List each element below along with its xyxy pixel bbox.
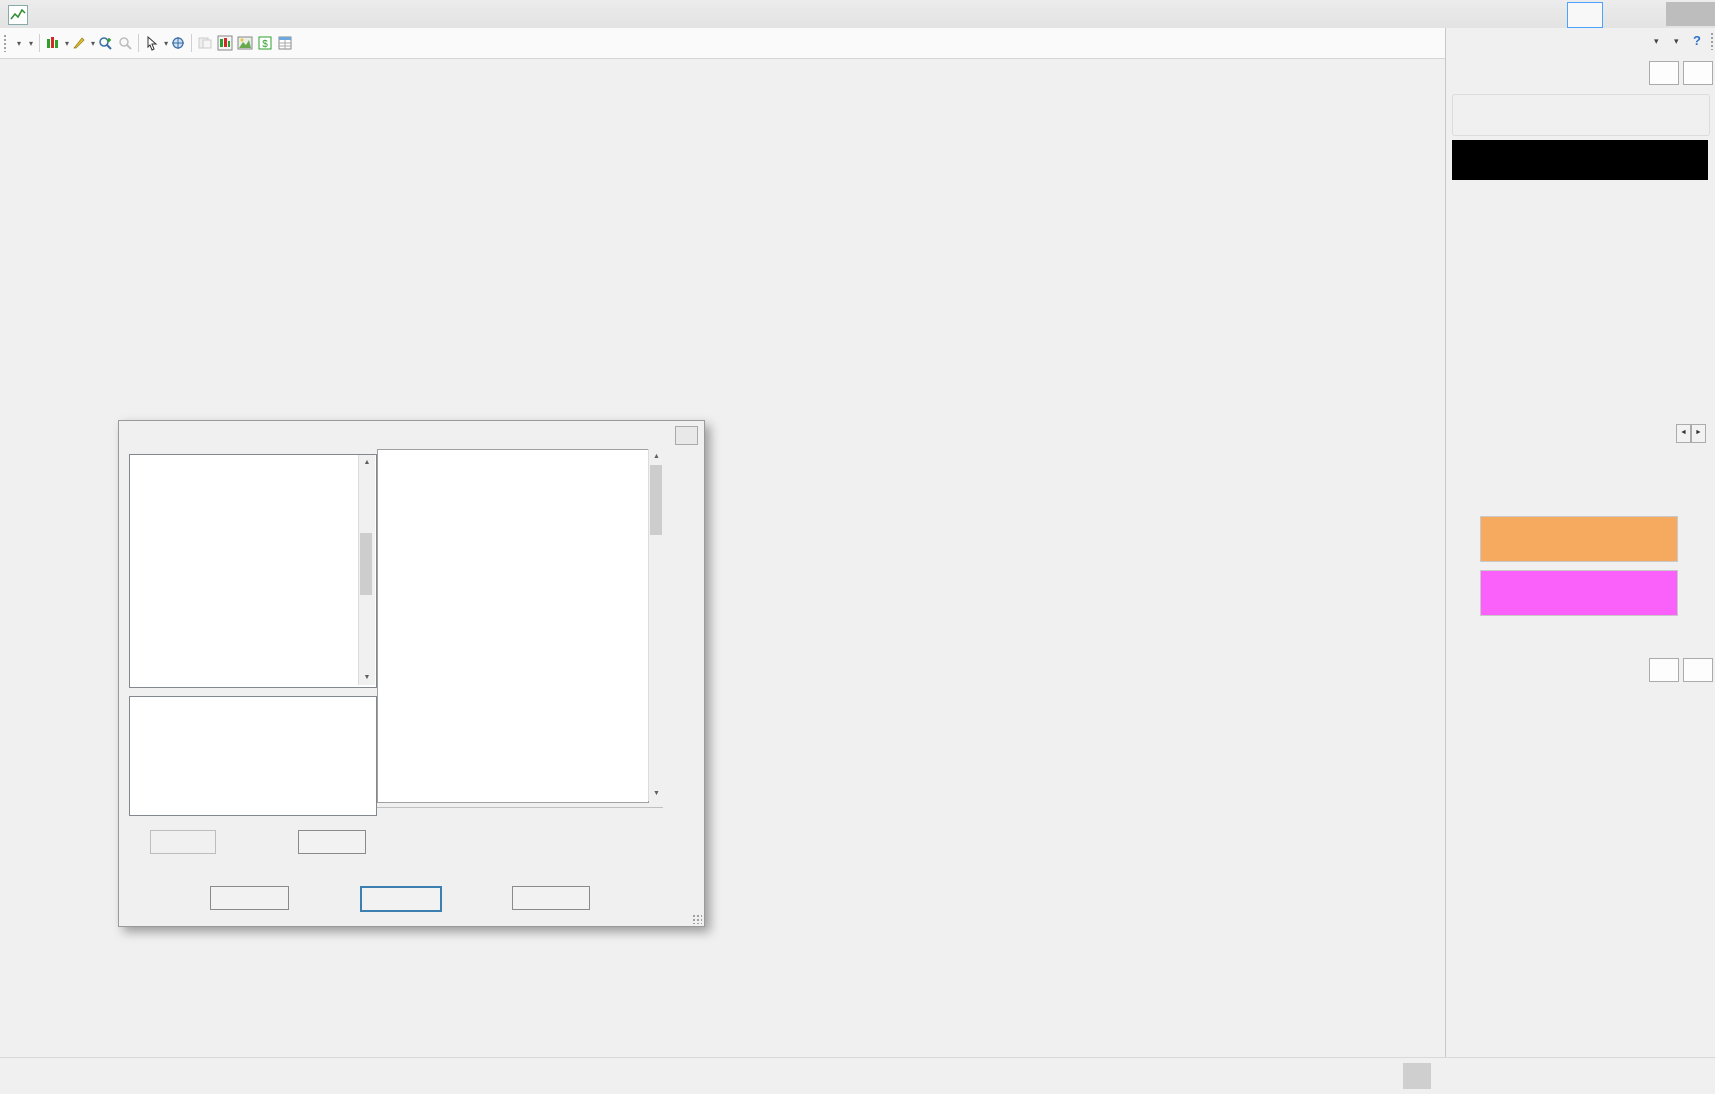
chevron-down-icon: ▾	[17, 39, 21, 48]
strategy-groupbox	[1452, 94, 1710, 136]
dialog-title	[119, 421, 704, 447]
property-grid-scrollbar[interactable]: ▲ ▼	[648, 449, 664, 801]
ok-button-2[interactable]	[1683, 658, 1713, 682]
global-crosshair-icon[interactable]	[170, 35, 186, 51]
snapshot-icon[interactable]	[237, 35, 253, 51]
dialog-close-icon[interactable]	[675, 426, 698, 445]
ninjatrader-window: ▾ ▾ ▾ ▾ ▾	[0, 0, 1715, 1094]
remove-button[interactable]	[298, 830, 366, 854]
zoom-out-icon[interactable]	[117, 35, 133, 51]
available-strategies-list[interactable]	[129, 454, 377, 688]
scroll-up-icon[interactable]: ▲	[649, 449, 664, 464]
ok-button[interactable]	[210, 886, 289, 910]
cancel-flatten-button[interactable]	[1480, 570, 1678, 616]
chevron-down-icon[interactable]: ▾	[1654, 36, 1659, 47]
maximize-button[interactable]	[1639, 2, 1665, 26]
app-chart-icon	[8, 5, 28, 25]
chart-style-icon[interactable]	[45, 35, 61, 51]
scroll-down-icon[interactable]: ▼	[359, 670, 375, 685]
apply-button[interactable]	[360, 886, 442, 912]
property-description-box	[377, 807, 663, 855]
back-button-2[interactable]	[1649, 658, 1679, 682]
resize-grip[interactable]	[692, 914, 702, 924]
grid-properties-icon[interactable]	[277, 35, 293, 51]
cursor-icon[interactable]	[144, 35, 160, 51]
chart-trader-icon[interactable]	[217, 35, 233, 51]
chevron-down-icon: ▾	[29, 39, 33, 48]
chart-toolbar: ▾ ▾ ▾ ▾ ▾	[0, 28, 1445, 59]
hscrollbar-thumb[interactable]	[1403, 1063, 1431, 1089]
interval-selector[interactable]: ▾	[24, 32, 36, 54]
toolbar-separator	[191, 34, 192, 52]
zoom-in-icon[interactable]	[97, 35, 113, 51]
link-group-button[interactable]	[1567, 2, 1603, 28]
toolbar-separator	[39, 34, 40, 52]
move-in-button[interactable]	[1480, 516, 1678, 562]
panel-grip[interactable]	[1710, 32, 1715, 50]
chevron-down-icon[interactable]: ▾	[164, 39, 168, 48]
dollar-account-icon[interactable]: $	[257, 35, 273, 51]
trade-panel: ▾ ▾ ? ◄ ►	[1445, 28, 1715, 1057]
tab-scroll-right-icon[interactable]: ►	[1691, 424, 1706, 443]
close-button[interactable]	[1666, 2, 1715, 26]
scrollbar-thumb[interactable]	[360, 533, 372, 595]
tab-scroll-left-icon[interactable]: ◄	[1676, 424, 1691, 443]
scroll-up-icon[interactable]: ▲	[359, 455, 375, 470]
title-bar	[0, 0, 1715, 29]
scroll-down-icon[interactable]: ▼	[649, 786, 664, 801]
back-button[interactable]	[1649, 61, 1679, 85]
pencil-icon[interactable]	[71, 35, 87, 51]
configured-strategies-list[interactable]	[129, 696, 377, 816]
strategies-dialog: ▲ ▼ ▲ ▼	[118, 420, 705, 927]
close-dialog-button[interactable]	[512, 886, 590, 910]
available-list-scrollbar[interactable]: ▲ ▼	[358, 455, 375, 685]
scrollbar-thumb[interactable]	[650, 465, 662, 535]
toolbar-grip[interactable]	[3, 34, 8, 52]
data-box-icon[interactable]	[197, 35, 213, 51]
toolbar-separator	[138, 34, 139, 52]
chevron-down-icon[interactable]: ▾	[91, 39, 95, 48]
position-status-box	[1452, 140, 1708, 180]
chevron-down-icon[interactable]: ▾	[1674, 36, 1679, 47]
strategy-property-grid[interactable]	[377, 449, 649, 803]
svg-text:$: $	[262, 39, 268, 50]
minimize-button[interactable]	[1611, 2, 1637, 26]
ok-button[interactable]	[1683, 61, 1713, 85]
chevron-down-icon[interactable]: ▾	[65, 39, 69, 48]
help-icon[interactable]: ?	[1693, 33, 1701, 48]
instrument-selector[interactable]: ▾	[12, 32, 24, 54]
status-bar	[0, 1057, 1715, 1094]
new-button[interactable]	[150, 830, 216, 854]
